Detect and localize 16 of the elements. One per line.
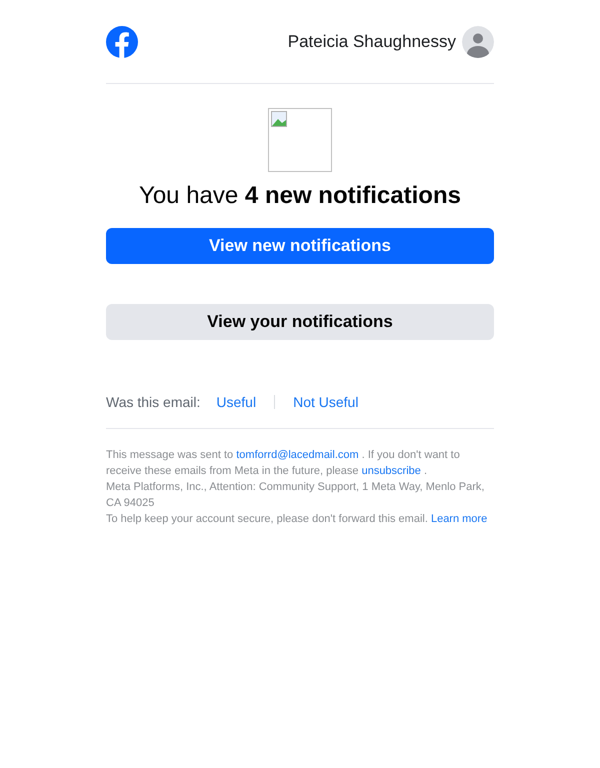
learn-more-link[interactable]: Learn more [430,513,488,525]
notifications-button[interactable]: View your notifications [106,304,494,340]
notifications-button[interactable]: View new notifications [106,228,494,264]
facebook-logo [106,26,138,58]
footer-address: Meta Platforms, Inc., Attention: Community Support, 1 Meta Way, Menlo Park, CA 94025 [106,480,486,511]
user-name: Pateicia Shaughnessy [288,30,456,53]
footer-security-note: To help keep your account secure, please don't forward this email. Learn more [106,512,488,527]
email-link[interactable]: tomforrd@lacedmail.com [236,449,359,461]
feedback-link[interactable]: Not Useful [293,392,358,412]
headline: You have 4 new notifications [138,181,462,211]
avatar-icon [462,26,494,58]
footer-message: This message was sent to tomforrd@lacedmail.com . If you don't want to receive these emails from Meta in the future, please unsubscribe . [106,448,461,479]
broken-image [268,108,332,172]
feedback-link[interactable]: Useful [216,392,256,412]
unsubscribe-link[interactable]: unsubscribe [362,465,421,477]
feedback-prompt: Was this email: [106,392,200,412]
